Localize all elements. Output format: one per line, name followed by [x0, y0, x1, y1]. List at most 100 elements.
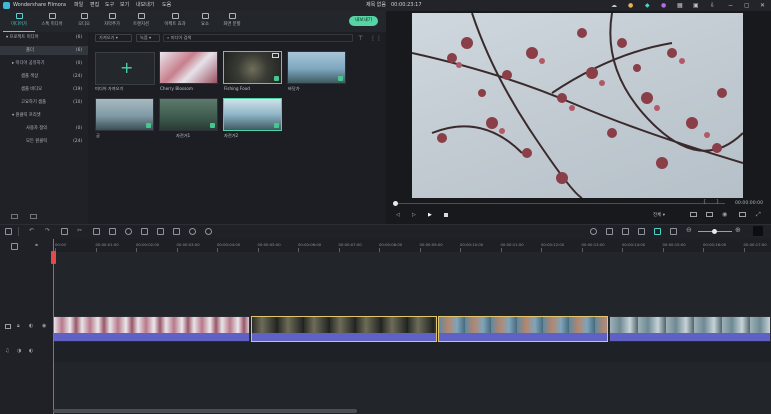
speed-icon[interactable]: [141, 228, 148, 235]
menu-edit[interactable]: 편집: [90, 0, 99, 11]
sidebar-item-label: ▾ 원클릭 프리셋: [12, 113, 41, 118]
undo-icon[interactable]: ↶: [29, 227, 34, 234]
playhead[interactable]: [53, 239, 54, 414]
stabilize-icon[interactable]: [189, 228, 196, 235]
clip-fishing-food[interactable]: [251, 316, 437, 342]
tab-stock-media[interactable]: 스톡 미디어: [36, 11, 68, 32]
sidebar-item-count: (24): [73, 74, 82, 79]
render-icon[interactable]: [690, 212, 697, 217]
folder-icon[interactable]: [30, 214, 37, 219]
mark-out-icon[interactable]: }: [716, 199, 719, 205]
clip-cherry-blossom[interactable]: [53, 316, 250, 342]
render-preview-icon[interactable]: [590, 228, 597, 235]
menu-help[interactable]: 도움: [162, 0, 171, 11]
redo-icon[interactable]: ↷: [45, 227, 50, 234]
new-folder-icon[interactable]: [11, 214, 18, 219]
tab-media-label: 미디어가: [11, 22, 27, 27]
ruler-tick-label: 00:00:13:00: [581, 242, 605, 247]
clip-seaside[interactable]: [438, 316, 608, 342]
audio-mute-icon[interactable]: ◐: [29, 348, 33, 354]
export-button[interactable]: 내보내기: [349, 16, 378, 26]
grid-icon[interactable]: ▦: [677, 1, 683, 10]
audio-lock-icon[interactable]: ◑: [17, 348, 21, 354]
motion-track-icon[interactable]: [205, 228, 212, 235]
bulb-icon[interactable]: ●: [628, 1, 633, 10]
play-back-icon[interactable]: ▷: [412, 212, 416, 218]
filter-icon[interactable]: ⊤: [358, 35, 363, 42]
menu-file[interactable]: 파일: [74, 0, 83, 11]
delete-icon[interactable]: [61, 228, 68, 235]
volume-icon[interactable]: ◉: [722, 211, 727, 218]
prev-frame-icon[interactable]: ◁: [396, 212, 400, 218]
sidebar-item-project-media[interactable]: ▾ 프로젝트 미디어 (6): [0, 33, 88, 42]
minimize-icon[interactable]: −: [728, 1, 733, 10]
mark-in-icon[interactable]: {: [703, 199, 706, 205]
display-icon[interactable]: [739, 212, 746, 217]
sidebar-item-all-one-click[interactable]: 모든 원클릭 (24): [0, 137, 88, 146]
menu-export[interactable]: 내보내기: [136, 0, 154, 11]
save-icon[interactable]: ▣: [693, 1, 699, 10]
media-thumb-cherry-blossom[interactable]: [159, 51, 218, 84]
playhead-handle[interactable]: [51, 251, 56, 264]
close-icon[interactable]: ✕: [760, 1, 765, 10]
link-icon[interactable]: ⚭: [34, 242, 39, 249]
pip-icon[interactable]: [670, 228, 677, 235]
mute-icon[interactable]: ◐: [29, 323, 33, 329]
green-screen-icon[interactable]: [157, 228, 164, 235]
import-media-tile[interactable]: +: [95, 52, 155, 85]
preview-progress-handle[interactable]: [393, 201, 398, 206]
zoom-in-icon[interactable]: ⊕: [735, 226, 741, 234]
download-icon[interactable]: ⇩: [710, 1, 715, 10]
timeline-scrollbar[interactable]: [53, 409, 357, 413]
zoom-out-icon[interactable]: ⊖: [686, 226, 692, 234]
tab-effects[interactable]: 이펙트 효과: [159, 11, 191, 32]
search-input[interactable]: ⌕ 미디어 검색: [163, 34, 353, 42]
used-check-icon: [274, 76, 279, 81]
tab-transitions[interactable]: 트랜지션: [125, 11, 157, 32]
media-caption: 자전거2: [224, 133, 239, 138]
cut-icon[interactable]: ✂: [77, 227, 82, 234]
add-track-icon[interactable]: [11, 243, 18, 250]
cloud-icon[interactable]: ☁: [611, 1, 617, 10]
sidebar-item-sample-videos[interactable]: 샘플 비디오 (19): [0, 85, 88, 94]
ruler-tick-label: 00:00:01:00: [95, 242, 119, 247]
marker-icon[interactable]: [606, 228, 613, 235]
fit-timeline-icon[interactable]: [753, 226, 763, 236]
color-icon[interactable]: [125, 228, 132, 235]
sidebar-item-sample-colors[interactable]: 샘플 색상 (24): [0, 72, 88, 81]
sidebar-item-shared-media[interactable]: ▸ 미디어 공유하기 (0): [0, 59, 88, 68]
quality-select[interactable]: 전체 ▾: [653, 212, 665, 218]
sidebar-item-samples[interactable]: 고요하기 샘플 (10): [0, 98, 88, 107]
tab-split-screen[interactable]: 화면 분할: [216, 11, 248, 32]
clip-palace[interactable]: [609, 316, 771, 342]
maximize-icon[interactable]: ▢: [744, 1, 750, 10]
tab-titles[interactable]: 자막추가: [96, 11, 128, 32]
fullscreen-icon[interactable]: ⤢: [756, 211, 761, 219]
mic-icon[interactable]: [622, 228, 629, 235]
zoom-slider-handle[interactable]: [712, 229, 717, 234]
account-icon[interactable]: ●: [661, 1, 666, 10]
layout-icon[interactable]: [5, 228, 12, 235]
sidebar-item-one-click-presets[interactable]: ▾ 원클릭 프리셋: [0, 111, 88, 120]
tab-media[interactable]: 미디어가: [3, 11, 35, 32]
lock-icon[interactable]: 🔒︎: [17, 323, 20, 329]
snap-icon[interactable]: [654, 228, 661, 235]
menu-tools[interactable]: 도구: [105, 0, 114, 11]
stop-icon[interactable]: [444, 213, 448, 217]
play-icon[interactable]: ▶: [428, 212, 432, 218]
preview-progress-track[interactable]: [395, 203, 725, 204]
keyframe-icon[interactable]: [173, 228, 180, 235]
record-dropdown[interactable]: 녹음 ▾: [136, 34, 160, 42]
sidebar-item-count: (10): [73, 100, 82, 105]
grid-view-icon[interactable]: ⋮⋮: [370, 35, 382, 42]
snapshot-icon[interactable]: [706, 212, 713, 217]
sidebar-item-custom[interactable]: 사용자 정의 (0): [0, 124, 88, 133]
headset-icon[interactable]: ◆: [645, 1, 650, 10]
import-dropdown[interactable]: 가져오기 ▾: [95, 34, 132, 42]
crop-icon[interactable]: [93, 228, 100, 235]
text-edit-icon[interactable]: [109, 228, 116, 235]
eye-icon[interactable]: ◉: [42, 323, 46, 329]
menu-view[interactable]: 보기: [120, 0, 129, 11]
sidebar-item-folder[interactable]: 폴더 (6): [0, 46, 88, 55]
audio-mix-icon[interactable]: [638, 228, 645, 235]
